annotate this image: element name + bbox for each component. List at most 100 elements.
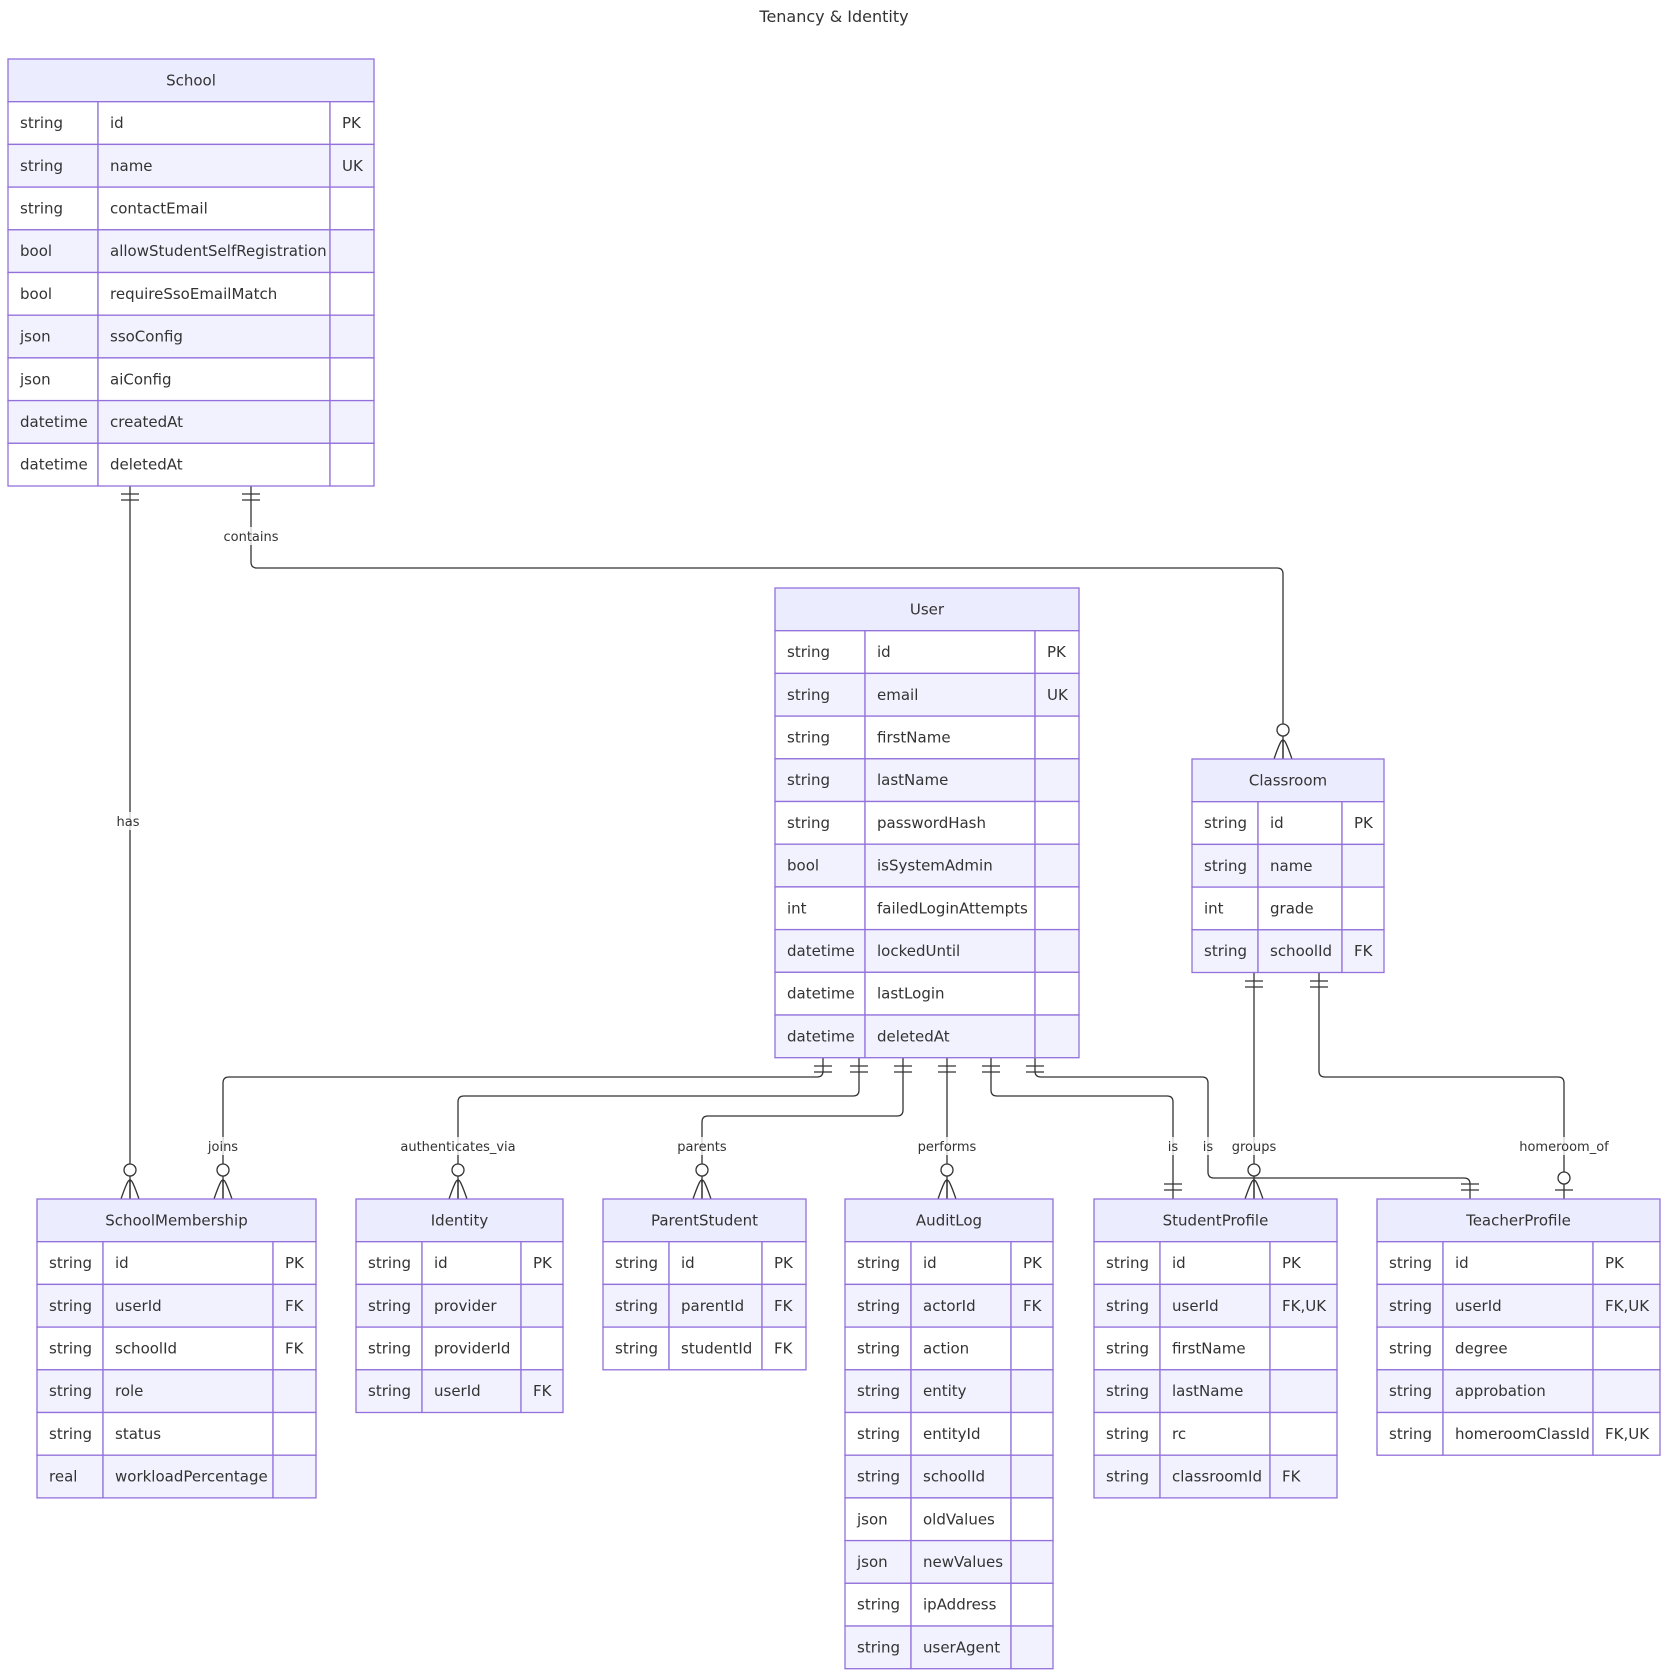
attribute-name: rc bbox=[1172, 1425, 1186, 1443]
attribute-name: name bbox=[1270, 857, 1313, 875]
entity-name: Classroom bbox=[1249, 771, 1327, 789]
attribute-type: real bbox=[49, 1468, 77, 1486]
attribute-key: FK bbox=[285, 1339, 305, 1357]
attribute-type: string bbox=[1389, 1425, 1432, 1443]
attribute-row: json oldValues bbox=[844, 1497, 1054, 1542]
er-diagram: Tenancy & Identity Schoolstring id PKstrin… bbox=[7, 7, 1661, 1670]
attribute-name: grade bbox=[1270, 899, 1314, 917]
attribute-type: string bbox=[787, 643, 830, 661]
attribute-name: lastName bbox=[877, 771, 948, 789]
attribute-type: string bbox=[49, 1254, 92, 1272]
entity-school-membership: SchoolMembership string id PK string userId FK… bbox=[36, 1198, 317, 1499]
cardinality-marker-zero-or-more bbox=[1273, 723, 1293, 760]
attribute-type: json bbox=[856, 1510, 888, 1528]
attribute-key: PK bbox=[1023, 1254, 1043, 1272]
attribute-cell bbox=[1034, 886, 1080, 931]
attribute-type: string bbox=[49, 1425, 92, 1443]
relationship-user-teacher-profile bbox=[1026, 1057, 1479, 1199]
relationship-label: parents bbox=[673, 1137, 731, 1155]
attribute-name: email bbox=[877, 686, 918, 704]
relationship-user-parent-student bbox=[692, 1057, 912, 1200]
attribute-cell bbox=[1034, 971, 1080, 1016]
entity-teacher-profile: TeacherProfile string id PK string userId FK,U… bbox=[1376, 1198, 1661, 1456]
attribute-type: string bbox=[615, 1254, 658, 1272]
attribute-row: json ssoConfig bbox=[7, 314, 375, 359]
attribute-name: action bbox=[923, 1339, 969, 1357]
relationship-label: is bbox=[1198, 1137, 1218, 1155]
attribute-name: aiConfig bbox=[110, 370, 172, 388]
attribute-name: id bbox=[1455, 1254, 1469, 1272]
attribute-name: lastLogin bbox=[877, 985, 945, 1003]
relationship-user-student-profile bbox=[982, 1057, 1182, 1199]
relationship-school-classroom bbox=[242, 485, 1293, 760]
attribute-cell bbox=[520, 1283, 564, 1328]
attribute-name: workloadPercentage bbox=[115, 1468, 268, 1486]
attribute-key: FK,UK bbox=[1282, 1297, 1327, 1315]
attribute-name: id bbox=[110, 114, 124, 132]
attribute-type: bool bbox=[787, 857, 819, 875]
attribute-name: contactEmail bbox=[110, 199, 208, 217]
attribute-row: string id PK bbox=[844, 1241, 1054, 1286]
attribute-cell bbox=[1010, 1625, 1054, 1670]
attribute-key: PK bbox=[1354, 814, 1374, 832]
relationship-label: has bbox=[114, 812, 142, 830]
attribute-key: FK bbox=[1354, 942, 1374, 960]
attribute-cell bbox=[329, 357, 375, 402]
attribute-type: string bbox=[857, 1425, 900, 1443]
relationship-label-text: is bbox=[1203, 1140, 1214, 1155]
attribute-name: actorId bbox=[923, 1297, 976, 1315]
entity-name: TeacherProfile bbox=[1465, 1211, 1571, 1229]
attribute-row: int grade bbox=[1191, 886, 1385, 931]
attribute-name: userAgent bbox=[923, 1638, 1000, 1656]
attribute-row: string id PK bbox=[774, 630, 1080, 675]
attribute-row: string contactEmail bbox=[7, 186, 375, 231]
relationship-line bbox=[1034, 1057, 1471, 1199]
attribute-cell bbox=[1269, 1454, 1338, 1499]
attribute-row: string degree bbox=[1376, 1326, 1661, 1371]
attribute-row: string id PK bbox=[36, 1241, 317, 1286]
relationship-line bbox=[701, 1057, 904, 1199]
attribute-row: bool isSystemAdmin bbox=[774, 843, 1080, 888]
attribute-row: json aiConfig bbox=[7, 357, 375, 402]
attribute-cell bbox=[1592, 1369, 1661, 1414]
attribute-key: FK bbox=[285, 1297, 305, 1315]
attribute-name: id bbox=[923, 1254, 937, 1272]
attribute-type: string bbox=[787, 771, 830, 789]
attribute-type: datetime bbox=[787, 942, 855, 960]
attribute-type: string bbox=[787, 686, 830, 704]
attribute-type: string bbox=[20, 157, 63, 175]
attribute-cell bbox=[329, 271, 375, 316]
attribute-cell bbox=[1341, 886, 1385, 931]
attribute-name: degree bbox=[1455, 1339, 1508, 1357]
attribute-row: string homeroomClassId FK,UK bbox=[1376, 1411, 1661, 1456]
attribute-row: string firstName bbox=[774, 715, 1080, 760]
attribute-name: deletedAt bbox=[877, 1027, 950, 1045]
attribute-cell bbox=[1341, 843, 1385, 888]
relationship-school-school-membership bbox=[120, 485, 140, 1200]
attribute-row: string provider bbox=[355, 1283, 564, 1328]
attribute-type: int bbox=[1204, 899, 1224, 917]
attribute-name: id bbox=[1270, 814, 1284, 832]
attribute-cell bbox=[1034, 800, 1080, 845]
cardinality-marker-zero-or-more bbox=[213, 1163, 233, 1200]
attribute-row: string userId FK,UK bbox=[1376, 1283, 1661, 1328]
attribute-type: string bbox=[1204, 814, 1247, 832]
attribute-type: string bbox=[368, 1297, 411, 1315]
attribute-cell bbox=[1034, 843, 1080, 888]
relationship-label: homeroom_of bbox=[1519, 1137, 1609, 1155]
cardinality-marker-zero-or-more bbox=[448, 1163, 468, 1200]
attribute-name: providerId bbox=[434, 1339, 510, 1357]
attribute-row: string parentId FK bbox=[602, 1283, 807, 1328]
attribute-cell bbox=[329, 399, 375, 444]
attribute-type: int bbox=[787, 899, 807, 917]
attribute-key: FK bbox=[1023, 1297, 1043, 1315]
relationship-line bbox=[990, 1057, 1174, 1199]
attribute-type: string bbox=[1389, 1254, 1432, 1272]
attribute-name: lastName bbox=[1172, 1382, 1243, 1400]
attribute-row: string approbation bbox=[1376, 1369, 1661, 1414]
entity-name: School bbox=[166, 71, 216, 89]
attribute-type: string bbox=[49, 1339, 92, 1357]
attribute-name: userId bbox=[115, 1297, 162, 1315]
attribute-cell bbox=[1010, 1326, 1054, 1371]
attribute-row: string classroomId FK bbox=[1093, 1454, 1338, 1499]
